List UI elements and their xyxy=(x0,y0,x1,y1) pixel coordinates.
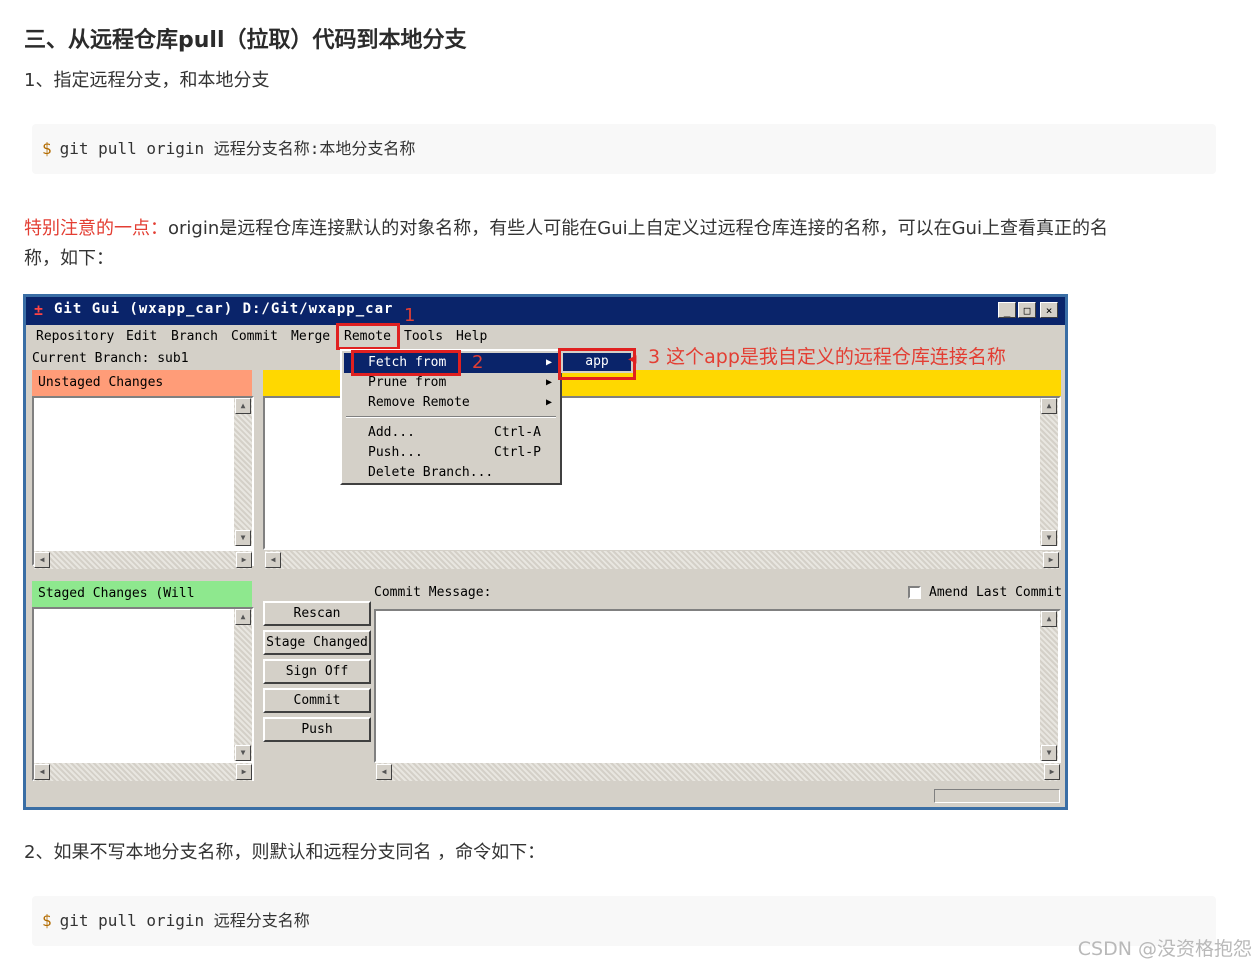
menu-item-label: Push... xyxy=(368,445,423,460)
code-command: git pull origin 远程分支名称 xyxy=(59,911,310,930)
menu-help[interactable]: Help xyxy=(456,329,487,344)
commit-button[interactable]: Commit xyxy=(263,688,371,713)
menu-edit[interactable]: Edit xyxy=(126,329,157,344)
staged-vscrollbar[interactable]: ▲ ▼ xyxy=(234,609,252,761)
diff-hscrollbar[interactable]: ◀ ▶ xyxy=(265,551,1059,569)
sign-off-button[interactable]: Sign Off xyxy=(263,659,371,684)
unstaged-header: Unstaged Changes xyxy=(32,370,252,396)
annotation-text-3: 3 这个app是我自定义的远程仓库连接名称 xyxy=(648,346,1006,368)
note-highlight: 特别注意的一点： xyxy=(24,218,168,239)
unstaged-list[interactable] xyxy=(32,396,254,566)
code-block-1: $ git pull origin 远程分支名称:本地分支名称 xyxy=(32,124,1216,174)
menu-item-label: Add... xyxy=(368,425,415,440)
scroll-down-icon[interactable]: ▼ xyxy=(235,530,251,546)
commit-vscrollbar[interactable]: ▲ ▼ xyxy=(1040,611,1058,761)
amend-label: Amend Last Commit xyxy=(929,585,1063,600)
code-block-2: $ git pull origin 远程分支名称 xyxy=(32,896,1216,946)
git-gui-window: ± Git Gui (wxapp_car) D:/Git/wxapp_car _… xyxy=(23,294,1068,810)
menu-item-delete-branch[interactable]: Delete Branch... xyxy=(344,463,558,483)
step2-text: 2、如果不写本地分支名称，则默认和远程分支同名 ，命令如下： xyxy=(24,842,546,863)
submenu-arrow-icon: ▶ xyxy=(545,357,552,368)
scroll-left-icon[interactable]: ◀ xyxy=(34,552,50,568)
rescan-button[interactable]: Rescan xyxy=(263,601,371,626)
staged-list[interactable] xyxy=(32,607,254,781)
maximize-icon[interactable]: □ xyxy=(1018,302,1036,318)
scroll-up-icon[interactable]: ▲ xyxy=(235,609,251,625)
shell-prompt: $ xyxy=(42,911,52,930)
scroll-left-icon[interactable]: ◀ xyxy=(376,764,392,780)
scroll-right-icon[interactable]: ▶ xyxy=(236,552,252,568)
annotation-box-remote xyxy=(336,323,400,350)
scroll-down-icon[interactable]: ▼ xyxy=(1041,745,1057,761)
staged-header: Staged Changes (Will Commit) xyxy=(32,581,252,627)
staged-hscrollbar[interactable]: ◀ ▶ xyxy=(34,763,252,781)
menu-item-label: Prune from xyxy=(368,375,447,390)
menu-commit[interactable]: Commit xyxy=(231,329,278,344)
unstaged-vscrollbar[interactable]: ▲ ▼ xyxy=(234,398,252,546)
commit-message-input[interactable] xyxy=(374,609,1061,763)
watermark: CSDN @没资格抱怨 xyxy=(1077,938,1252,960)
push-button[interactable]: Push xyxy=(263,717,371,742)
stage-changed-button[interactable]: Stage Changed xyxy=(263,630,371,655)
shell-prompt: $ xyxy=(42,139,52,158)
status-bar xyxy=(934,789,1060,803)
step1-text: 1、指定远程分支，和本地分支 xyxy=(24,70,270,91)
note-paragraph: 特别注意的一点：origin是远程仓库连接默认的对象名称，有些人可能在Gui上自… xyxy=(24,214,1224,274)
window-title: Git Gui (wxapp_car) D:/Git/wxapp_car xyxy=(54,301,394,317)
note-line2: 称，如下： xyxy=(24,248,114,269)
scroll-left-icon[interactable]: ◀ xyxy=(34,764,50,780)
scroll-left-icon[interactable]: ◀ xyxy=(265,552,281,568)
menu-item-add[interactable]: Add... Ctrl-A xyxy=(344,423,558,443)
unstaged-hscrollbar[interactable]: ◀ ▶ xyxy=(34,551,252,569)
scroll-down-icon[interactable]: ▼ xyxy=(1041,530,1057,546)
current-branch: Current Branch: sub1 xyxy=(32,351,189,366)
scroll-right-icon[interactable]: ▶ xyxy=(1044,764,1060,780)
menu-item-push[interactable]: Push... Ctrl-P xyxy=(344,443,558,463)
amend-checkbox[interactable] xyxy=(908,586,921,599)
annotation-box-fetch xyxy=(351,350,461,376)
commit-message-label: Commit Message: xyxy=(374,585,492,600)
diff-vscrollbar[interactable]: ▲ ▼ xyxy=(1040,398,1058,546)
section-title: 三、从远程仓库pull（拉取）代码到本地分支 xyxy=(24,28,467,53)
scroll-up-icon[interactable]: ▲ xyxy=(235,398,251,414)
menu-item-shortcut: Ctrl-P xyxy=(494,445,541,460)
menu-item-remove-remote[interactable]: Remove Remote ▶ xyxy=(344,393,558,413)
menu-item-label: Remove Remote xyxy=(368,395,470,410)
menu-branch[interactable]: Branch xyxy=(171,329,218,344)
scroll-up-icon[interactable]: ▲ xyxy=(1041,398,1057,414)
close-icon[interactable]: × xyxy=(1040,302,1058,318)
menu-item-prune-from[interactable]: Prune from ▶ xyxy=(344,373,558,393)
menu-item-shortcut: Ctrl-A xyxy=(494,425,541,440)
code-command: git pull origin 远程分支名称:本地分支名称 xyxy=(59,139,416,158)
scroll-up-icon[interactable]: ▲ xyxy=(1041,611,1057,627)
minimize-icon[interactable]: _ xyxy=(998,302,1016,318)
annotation-number-1: 1 xyxy=(404,305,416,326)
git-icon: ± xyxy=(34,301,44,319)
annotation-number-2: 2 xyxy=(472,352,484,373)
menu-merge[interactable]: Merge xyxy=(291,329,330,344)
menu-separator xyxy=(346,416,556,418)
scroll-right-icon[interactable]: ▶ xyxy=(236,764,252,780)
submenu-arrow-icon: ▶ xyxy=(545,397,552,408)
menu-tools[interactable]: Tools xyxy=(404,329,443,344)
scroll-right-icon[interactable]: ▶ xyxy=(1043,552,1059,568)
submenu-arrow-icon: ▶ xyxy=(545,377,552,388)
window-titlebar: ± Git Gui (wxapp_car) D:/Git/wxapp_car _… xyxy=(26,297,1065,325)
annotation-box-app xyxy=(558,348,636,380)
menu-item-label: Delete Branch... xyxy=(368,465,494,480)
scroll-down-icon[interactable]: ▼ xyxy=(235,745,251,761)
commit-hscrollbar[interactable]: ◀ ▶ xyxy=(376,763,1060,781)
annotation-arrow-icon: ◀ xyxy=(628,351,637,367)
note-line1: origin是远程仓库连接默认的对象名称，有些人可能在Gui上自定义过远程仓库连… xyxy=(168,218,1108,239)
menu-repository[interactable]: Repository xyxy=(36,329,114,344)
